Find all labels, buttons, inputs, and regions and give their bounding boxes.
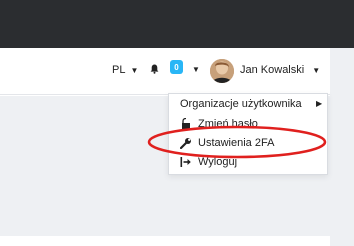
menu-item-label: Ustawienia 2FA <box>198 137 275 149</box>
caret-down-icon: ▼ <box>312 65 321 75</box>
user-dropdown-menu: Organizacje użytkownika ▶ Zmień hasło Us… <box>168 93 328 175</box>
menu-item-2fa-settings[interactable]: Ustawienia 2FA <box>169 133 329 153</box>
app-window: PL ▼ 0 ▼ Jan Kowalski ▼ Organizacje użyt… <box>0 0 354 246</box>
language-selector[interactable]: PL ▼ <box>112 64 138 76</box>
notification-count-badge[interactable]: 0 <box>170 60 183 74</box>
menu-item-label: Zmień hasło <box>198 118 258 130</box>
menu-item-change-password[interactable]: Zmień hasło <box>169 114 329 134</box>
right-scroll-area <box>330 0 354 246</box>
caret-down-icon[interactable]: ▼ <box>192 65 200 74</box>
menu-item-logout[interactable]: Wyloguj <box>169 152 329 172</box>
menu-item-user-organizations[interactable]: Organizacje użytkownika ▶ <box>169 94 329 114</box>
bell-icon <box>150 64 159 74</box>
user-menu-toggle[interactable]: Jan Kowalski ▼ <box>240 64 320 76</box>
menu-item-label: Wyloguj <box>198 156 238 168</box>
lock-icon <box>180 118 192 130</box>
logout-icon <box>180 156 192 168</box>
top-bar-edge <box>330 0 354 48</box>
avatar[interactable] <box>210 59 234 83</box>
bottom-band <box>0 236 330 246</box>
caret-down-icon: ▼ <box>130 65 139 75</box>
user-name: Jan Kowalski <box>240 64 305 76</box>
language-label: PL <box>112 64 126 76</box>
menu-item-label: Organizacje użytkownika <box>180 98 302 110</box>
notifications-button[interactable] <box>150 64 159 74</box>
submenu-arrow-icon: ▶ <box>316 99 323 108</box>
top-bar <box>0 0 330 48</box>
wrench-icon <box>180 137 192 149</box>
